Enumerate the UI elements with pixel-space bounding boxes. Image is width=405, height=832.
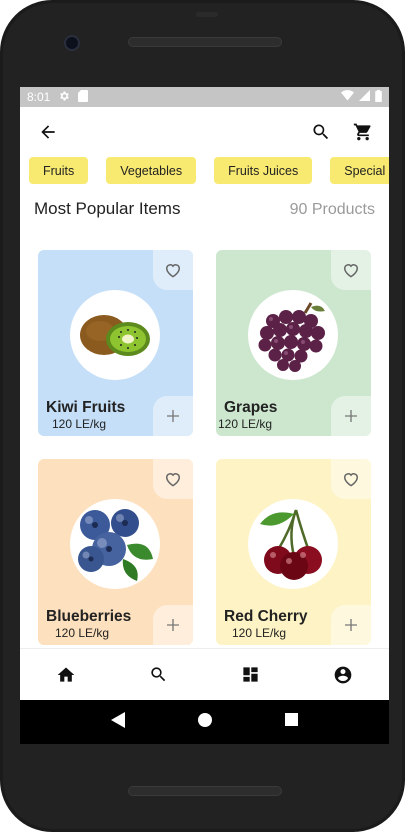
system-home-icon[interactable] (197, 712, 212, 732)
cherry-image (248, 499, 338, 589)
section-title: Most Popular Items (34, 199, 181, 218)
grapes-image (248, 290, 338, 380)
add-icon[interactable] (153, 396, 193, 436)
blueberries-image (70, 499, 160, 589)
settings-icon (58, 90, 70, 105)
account-icon[interactable] (297, 649, 389, 700)
home-icon[interactable] (20, 649, 112, 700)
signal-icon (359, 90, 370, 104)
search-icon[interactable] (307, 118, 335, 146)
add-icon[interactable] (331, 605, 371, 645)
status-time: 8:01 (27, 90, 51, 104)
product-name: Red Cherry (224, 608, 308, 625)
earpiece-speaker (128, 37, 282, 47)
status-bar: 8:01 (20, 87, 389, 107)
product-price: 120 LE/kg (232, 626, 287, 640)
sensor (196, 12, 218, 17)
heart-icon[interactable] (331, 250, 371, 290)
kiwi-image (70, 290, 160, 380)
system-navigation-bar (20, 700, 389, 744)
app-bar (20, 107, 389, 157)
category-chip-special[interactable]: Special I (330, 157, 389, 184)
heart-icon[interactable] (331, 459, 371, 499)
shopping-cart-icon[interactable] (349, 118, 377, 146)
product-card-grapes[interactable]: Grapes 120 LE/kg (216, 250, 371, 436)
dashboard-icon[interactable] (205, 649, 297, 700)
search-icon[interactable] (112, 649, 204, 700)
product-price: 120 LE/kg (218, 417, 273, 431)
app-screen: 8:01 Fruits Vegetables Fruits Juices Spe… (20, 87, 389, 700)
category-chips: Fruits Vegetables Fruits Juices Special … (20, 157, 389, 185)
product-card-kiwi[interactable]: Kiwi Fruits 120 LE/kg (38, 250, 193, 436)
wifi-icon (341, 90, 354, 104)
product-price: 120 LE/kg (52, 417, 107, 431)
heart-icon[interactable] (153, 459, 193, 499)
sd-card-icon (78, 89, 89, 105)
heart-icon[interactable] (153, 250, 193, 290)
bottom-navigation (20, 648, 389, 700)
bottom-speaker (128, 786, 282, 796)
product-name: Kiwi Fruits (46, 399, 126, 416)
add-icon[interactable] (331, 396, 371, 436)
product-price: 120 LE/kg (55, 626, 110, 640)
arrow-back-icon[interactable] (34, 118, 62, 146)
category-chip-fruits[interactable]: Fruits (29, 157, 89, 184)
section-header: Most Popular Items 90 Products (20, 199, 389, 223)
product-count: 90 Products (289, 201, 375, 218)
product-card-red-cherry[interactable]: Red Cherry 120 LE/kg (216, 459, 371, 645)
front-camera (64, 35, 80, 51)
product-name: Grapes (224, 399, 278, 416)
battery-icon (375, 89, 382, 105)
system-back-icon[interactable] (111, 711, 126, 733)
add-icon[interactable] (153, 605, 193, 645)
product-card-blueberries[interactable]: Blueberries 120 LE/kg (38, 459, 193, 645)
category-chip-vegetables[interactable]: Vegetables (106, 157, 197, 184)
product-name: Blueberries (46, 608, 132, 625)
system-recents-icon[interactable] (284, 713, 298, 731)
category-chip-fruits-juices[interactable]: Fruits Juices (214, 157, 313, 184)
